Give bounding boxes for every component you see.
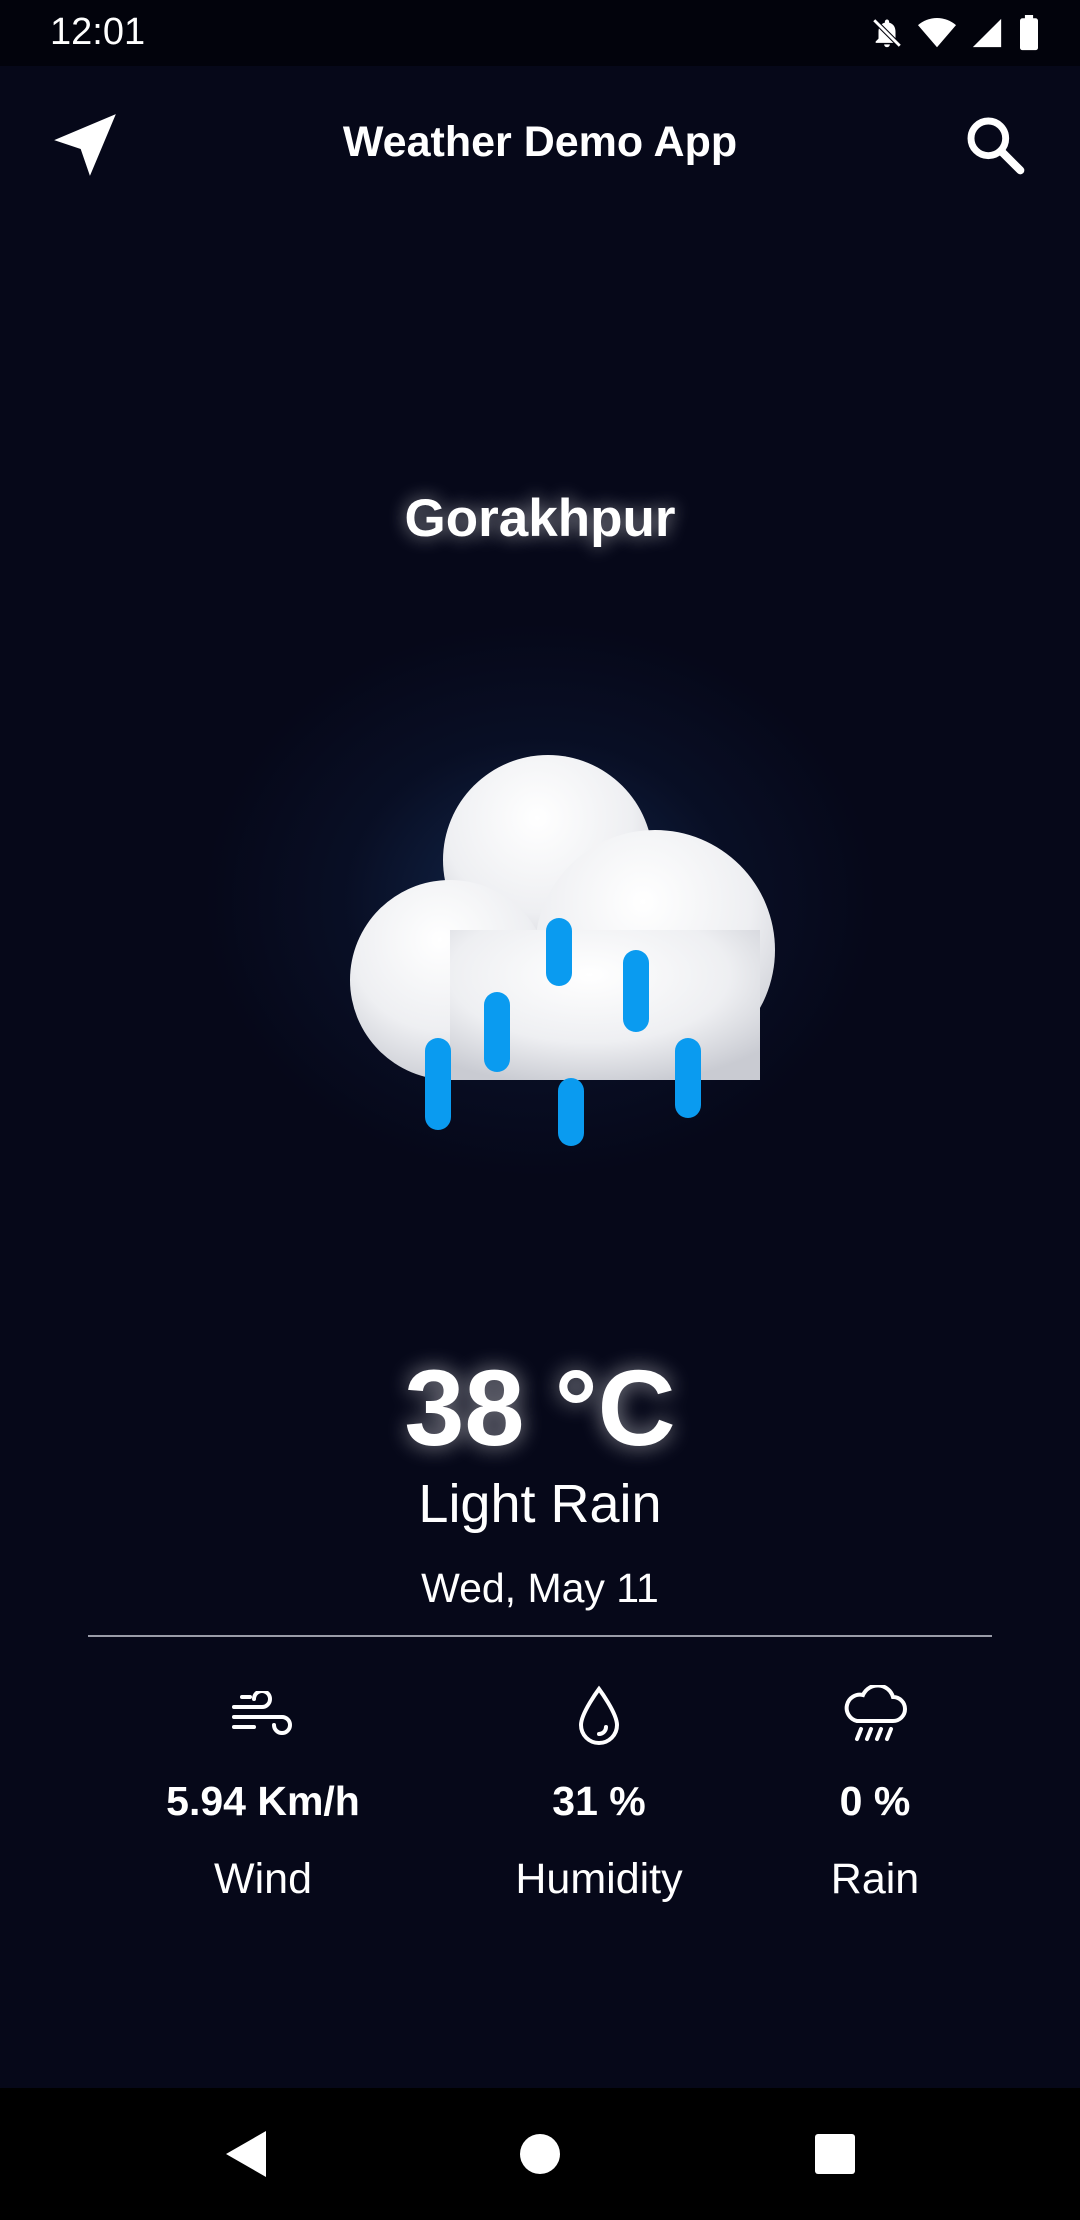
rain-cloud-icon [841, 1683, 909, 1752]
humidity-value: 31 % [552, 1778, 646, 1824]
system-nav-bar [0, 2088, 1080, 2220]
battery-icon [1018, 15, 1040, 51]
wifi-icon [918, 16, 956, 50]
status-icons [870, 14, 1040, 52]
status-bar: 12:01 [0, 0, 1080, 66]
wind-icon [230, 1688, 296, 1746]
home-icon [518, 2132, 562, 2181]
back-button[interactable] [215, 2126, 275, 2186]
rain-stat: 0 % Rain [725, 1680, 1025, 1904]
weather-condition: Light Rain [418, 1474, 662, 1534]
recents-button[interactable] [805, 2126, 865, 2186]
humidity-stat: 31 % Humidity [449, 1680, 749, 1904]
temperature: 38 °C [404, 1347, 676, 1468]
wind-value: 5.94 Km/h [166, 1778, 360, 1824]
notifications-off-icon [870, 16, 904, 50]
back-icon [222, 2129, 268, 2184]
recents-icon [813, 2132, 857, 2181]
divider [88, 1635, 992, 1637]
rain-value: 0 % [839, 1778, 911, 1824]
search-button[interactable] [950, 102, 1040, 192]
water-drop-icon [577, 1685, 621, 1752]
home-button[interactable] [510, 2126, 570, 2186]
humidity-label: Humidity [515, 1855, 683, 1903]
status-time: 12:01 [50, 11, 146, 53]
weather-screen: 12:01 Weather Demo App Gorakhpur 38 °C L… [0, 0, 1080, 2220]
wind-stat: 5.94 Km/h Wind [113, 1680, 413, 1904]
search-icon [963, 113, 1027, 182]
cloud-rain-icon [340, 740, 840, 1150]
current-date: Wed, May 11 [421, 1565, 659, 1611]
signal-icon [970, 16, 1004, 50]
rain-label: Rain [830, 1855, 920, 1903]
app-title: Weather Demo App [342, 118, 738, 166]
city-name: Gorakhpur [404, 489, 676, 548]
app-bar: Weather Demo App [0, 66, 1080, 222]
wind-label: Wind [214, 1855, 312, 1903]
